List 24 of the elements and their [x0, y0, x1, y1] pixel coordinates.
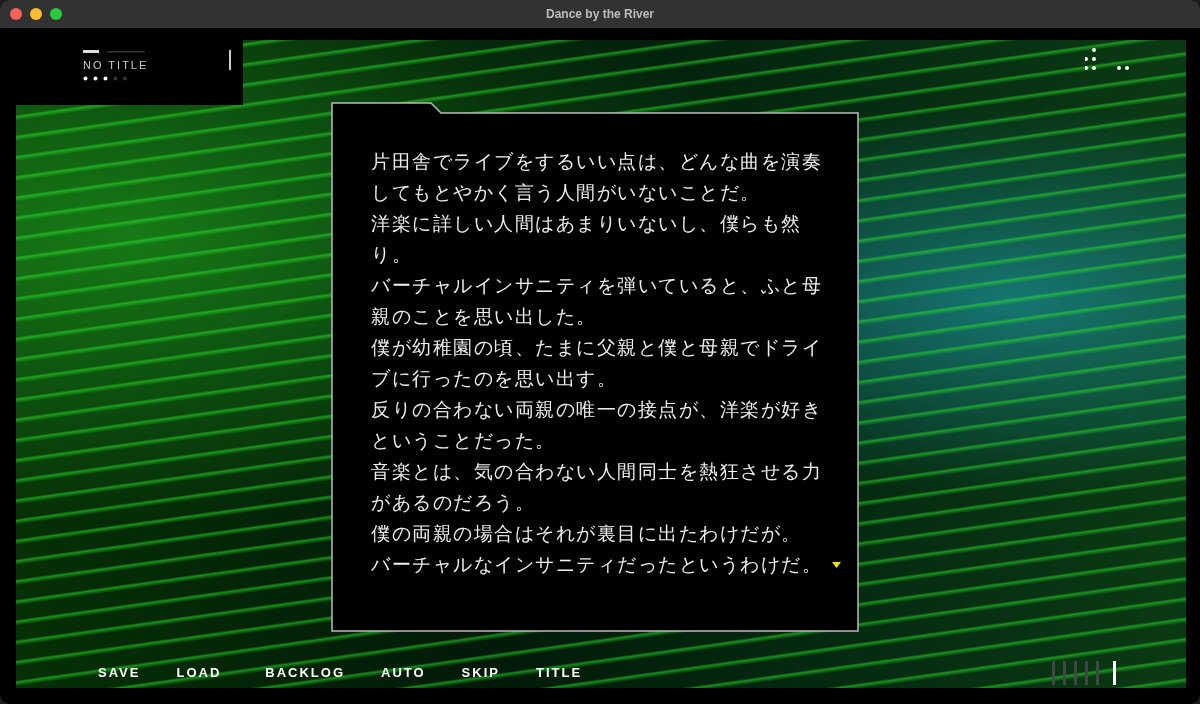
menu-button[interactable]: TITLE	[535, 665, 583, 680]
dialog-line: 洋楽に詳しい人間はあまりいないし、僕らも然り。	[371, 212, 803, 267]
scene-title: NO TITLE	[83, 59, 149, 71]
dialog-line: 片田舎でライブをするいい点は、どんな曲を演奏してもとやかく言う人間がいないことだ。	[371, 150, 823, 205]
dialog-line: 音楽とは、気の合わない人間同士を熱狂させる力があるのだろう。	[371, 460, 823, 515]
close-button[interactable]	[10, 8, 22, 20]
zoom-button[interactable]	[50, 8, 62, 20]
menu-button[interactable]: AUTO	[381, 665, 426, 680]
divider-mark	[229, 50, 231, 70]
minimize-button[interactable]	[30, 8, 42, 20]
menu-button[interactable]: SAVE	[98, 665, 141, 680]
menu-button[interactable]: LOAD	[176, 665, 222, 680]
menu-button[interactable]: BACKLOG	[265, 665, 345, 680]
dialog-line: バーチャルインサニティを弾いていると、ふと母親のことを思い出した。	[371, 274, 823, 329]
dialog-line: 僕の両親の場合はそれが裏目に出たわけだが。	[371, 522, 803, 546]
progress-bar-icon	[83, 50, 145, 54]
window-title: Dance by the River	[545, 7, 654, 21]
dialog-line: 僕が幼稚園の頃、たまに父親と僕と母親でドライブに行ったのを思い出す。	[371, 336, 823, 391]
menu-button[interactable]: SKIP	[461, 665, 500, 680]
next-triangle-icon	[832, 561, 841, 568]
dialog-line: 反りの合わない両親の唯一の接点が、洋楽が好きということだった。	[371, 398, 823, 453]
page-dots-icon	[83, 76, 127, 81]
bars-icon[interactable]	[1052, 661, 1116, 685]
dialog-line: バーチャルなインサニティだったというわけだ。	[371, 553, 822, 577]
